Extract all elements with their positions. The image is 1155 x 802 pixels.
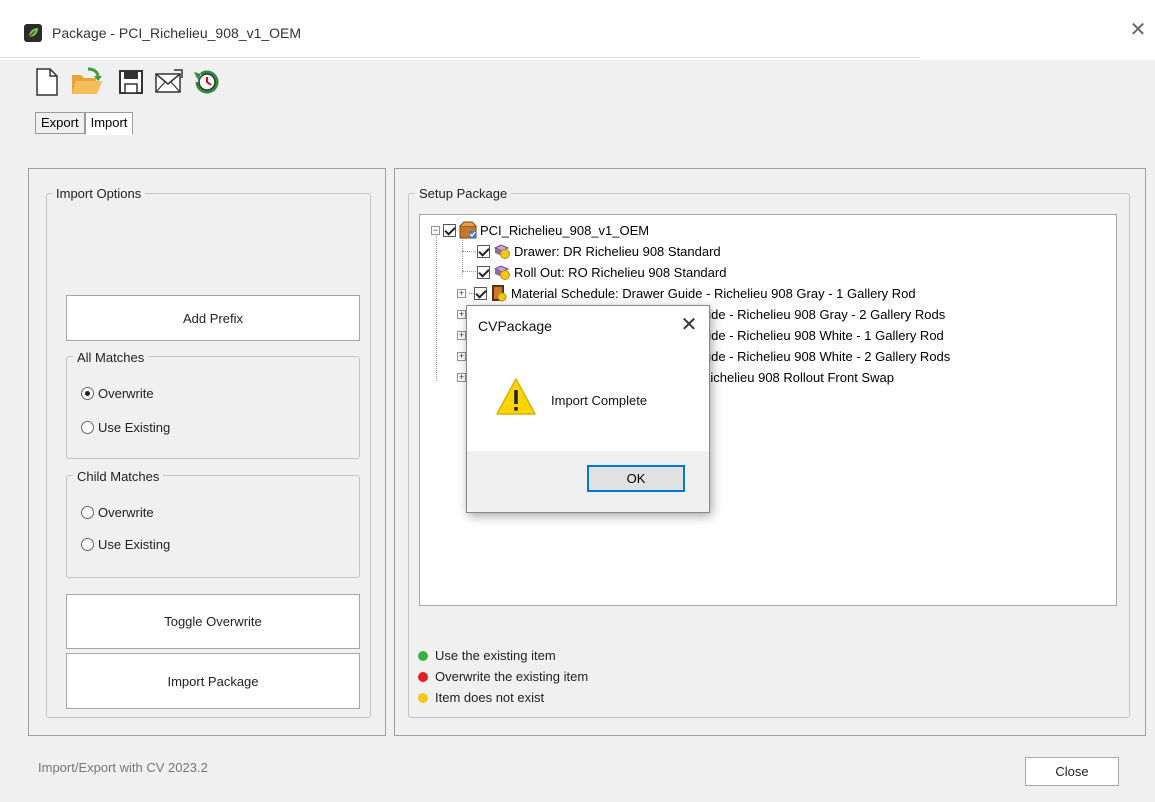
tree-item-label: Material Schedule: Drawer Guide - Richel…	[511, 285, 916, 301]
import-package-button[interactable]: Import Package	[66, 653, 360, 709]
save-icon[interactable]	[114, 65, 148, 99]
history-clock-icon[interactable]	[190, 65, 224, 99]
radio-label: Use Existing	[98, 537, 171, 552]
window-close-icon[interactable]: ✕	[1127, 19, 1149, 41]
tree-row-drawer[interactable]: Drawer: DR Richelieu 908 Standard	[477, 241, 721, 261]
close-button[interactable]: Close	[1025, 757, 1119, 786]
tree-item-label: uide - Richelieu 908 Gray - 2 Gallery Ro…	[701, 306, 946, 322]
tree-row-material-schedule[interactable]: + Material Schedule: Drawer Guide - Rich…	[457, 283, 916, 303]
radio-indicator[interactable]	[81, 387, 94, 400]
title-separator	[0, 57, 920, 58]
tab-import[interactable]: Import	[84, 112, 134, 135]
tree-checkbox[interactable]	[477, 265, 490, 279]
collapse-icon[interactable]: −	[431, 225, 440, 235]
dialog-title: CVPackage	[478, 318, 552, 334]
add-prefix-button[interactable]: Add Prefix	[66, 295, 360, 341]
radio-label: Overwrite	[98, 505, 154, 520]
app-leaf-icon	[24, 24, 42, 42]
tree-checkbox[interactable]	[474, 286, 487, 300]
tree-checkbox[interactable]	[443, 223, 456, 237]
tab-bar: Export Import	[35, 112, 134, 135]
tree-item-label: Drawer: DR Richelieu 908 Standard	[514, 243, 721, 259]
tree-row-rollout[interactable]: Roll Out: RO Richelieu 908 Standard	[477, 262, 726, 282]
message-dialog: CVPackage ✕ Import Complete OK	[466, 305, 710, 513]
dialog-close-icon[interactable]: ✕	[677, 313, 701, 337]
email-icon[interactable]	[152, 65, 186, 99]
drawer-icon	[493, 242, 511, 260]
green-dot-icon	[418, 650, 428, 661]
expand-icon[interactable]: +	[457, 288, 466, 298]
open-folder-icon[interactable]	[70, 65, 104, 99]
all-matches-label: All Matches	[73, 350, 149, 365]
all-matches-use-existing-radio[interactable]: Use Existing	[81, 420, 170, 435]
legend-label: Item does not exist	[435, 690, 545, 705]
legend-label: Overwrite the existing item	[435, 669, 589, 684]
dialog-message: Import Complete	[551, 393, 648, 408]
tree-item-label: uide - Richelieu 908 White - 1 Gallery R…	[701, 327, 944, 343]
radio-label: Use Existing	[98, 420, 171, 435]
child-matches-label: Child Matches	[73, 469, 164, 484]
ok-button[interactable]: OK	[587, 465, 685, 492]
radio-indicator[interactable]	[81, 421, 94, 434]
radio-indicator[interactable]	[81, 538, 94, 551]
import-options-label: Import Options	[52, 186, 146, 201]
dialog-button-bar: OK	[467, 451, 709, 512]
tree-row-root[interactable]: − PCI_Richelieu_908_v1_OEM	[431, 220, 649, 240]
package-icon	[459, 221, 477, 239]
tree-connector	[436, 233, 437, 381]
child-matches-use-existing-radio[interactable]: Use Existing	[81, 537, 170, 552]
toggle-overwrite-button[interactable]: Toggle Overwrite	[66, 594, 360, 649]
rollout-icon	[493, 263, 511, 281]
child-matches-overwrite-radio[interactable]: Overwrite	[81, 505, 154, 520]
legend-overwrite: Overwrite the existing item	[418, 669, 588, 684]
yellow-dot-icon	[418, 692, 428, 703]
expand-icon[interactable]: +	[457, 330, 466, 340]
radio-indicator[interactable]	[81, 506, 94, 519]
setup-package-label: Setup Package	[415, 186, 512, 201]
legend-use-existing: Use the existing item	[418, 648, 556, 663]
red-dot-icon	[418, 671, 428, 682]
tree-item-label: Richelieu 908 Rollout Front Swap	[701, 369, 894, 385]
material-schedule-icon	[490, 284, 508, 302]
expand-icon[interactable]: +	[457, 351, 466, 361]
tree-checkbox[interactable]	[477, 244, 490, 258]
tree-item-label: uide - Richelieu 908 White - 2 Gallery R…	[701, 348, 951, 364]
tab-export[interactable]: Export	[35, 112, 85, 134]
expand-icon[interactable]: +	[457, 372, 466, 382]
tree-item-label: Roll Out: RO Richelieu 908 Standard	[514, 264, 727, 280]
radio-label: Overwrite	[98, 386, 154, 401]
warning-icon	[495, 377, 537, 420]
version-status-text: Import/Export with CV 2023.2	[38, 760, 208, 775]
tree-item-label: PCI_Richelieu_908_v1_OEM	[480, 222, 650, 238]
new-file-icon[interactable]	[30, 65, 64, 99]
child-matches-group	[66, 475, 360, 578]
all-matches-group	[66, 356, 360, 459]
expand-icon[interactable]: +	[457, 309, 466, 319]
legend-not-exist: Item does not exist	[418, 690, 544, 705]
all-matches-overwrite-radio[interactable]: Overwrite	[81, 386, 154, 401]
window-title: Package - PCI_Richelieu_908_v1_OEM	[52, 25, 302, 41]
legend-label: Use the existing item	[435, 648, 556, 663]
